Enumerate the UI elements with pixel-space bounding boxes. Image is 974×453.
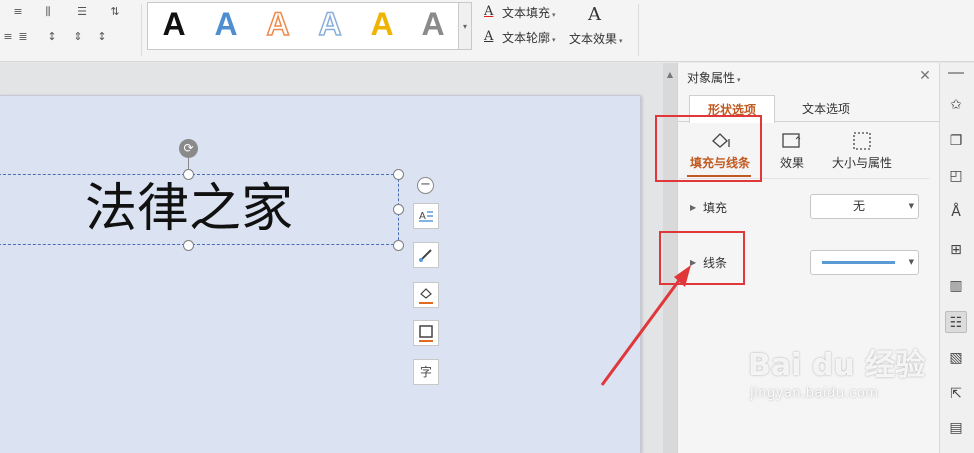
annotation-arrow xyxy=(600,265,691,386)
text-style-gallery xyxy=(147,2,459,50)
text-style-gray-gradient[interactable]: A xyxy=(415,6,451,42)
paragraph-align-icon[interactable]: ≡ xyxy=(0,30,16,44)
textbox-content[interactable]: 法律之家 xyxy=(0,174,378,245)
pin-icon[interactable]: ✩ xyxy=(945,94,967,116)
properties-settings-icon[interactable]: ☷ xyxy=(945,311,967,333)
image-icon[interactable]: ▧ xyxy=(945,347,967,369)
ribbon-separator xyxy=(638,4,639,56)
brush-icon xyxy=(419,249,432,262)
text-outline-label: 文本轮廓 xyxy=(502,31,551,45)
watermark-url: jingyan.baidu.com xyxy=(750,386,879,401)
shape-effects-icon[interactable]: ◰ xyxy=(945,165,967,187)
subtab-size-label: 大小与属性 xyxy=(831,156,892,170)
line-style-preview xyxy=(822,261,895,264)
fill-dropdown-value: 无 xyxy=(852,199,865,213)
line-dropdown[interactable]: ▼ xyxy=(810,250,919,275)
columns-icon[interactable]: ⫼ xyxy=(40,5,56,19)
resize-handle-bottom[interactable] xyxy=(183,240,194,251)
tab-text-options[interactable]: 文本选项 xyxy=(783,95,869,123)
panel-title[interactable]: 对象属性 ▾ xyxy=(687,71,741,87)
effect-icon xyxy=(782,133,801,148)
text-style-blue-outline[interactable]: A xyxy=(312,5,348,43)
text-style-orange-outline[interactable]: A xyxy=(260,5,296,43)
drag-handle-icon xyxy=(948,72,964,74)
chevron-down-icon: ▾ xyxy=(552,11,556,19)
chevron-down-icon: ▾ xyxy=(552,36,556,44)
subtab-size-properties[interactable]: 大小与属性 xyxy=(829,128,895,178)
resize-handle-bottom-right[interactable] xyxy=(393,240,404,251)
text-fill-label: 文本填充 xyxy=(502,6,551,20)
watermark-main: Bai du 经验 xyxy=(748,348,926,383)
resize-handle-top[interactable] xyxy=(183,169,194,180)
panel-title-text: 对象属性 xyxy=(687,71,736,85)
expand-arrow-icon[interactable]: ▶ xyxy=(690,202,696,214)
size-icon xyxy=(853,132,871,150)
archive-icon[interactable]: ▤ xyxy=(945,417,967,439)
text-effect-button[interactable]: 文本效果 ▾ xyxy=(569,32,623,48)
text-outline-icon: A xyxy=(484,29,494,44)
indent-increase-icon[interactable]: ≡ xyxy=(10,5,26,19)
shape-outline-button[interactable] xyxy=(413,320,439,346)
annotation-box-fill-line-tab xyxy=(655,115,762,182)
text-char-icon: 字 xyxy=(419,365,432,379)
subtab-effect-label: 效果 xyxy=(779,156,804,170)
close-icon[interactable]: ✕ xyxy=(918,69,932,83)
fill-dropdown[interactable]: 无 ▼ xyxy=(810,194,919,219)
text-style-blue[interactable]: A xyxy=(208,6,244,42)
text-effect-icon: A xyxy=(588,4,601,25)
collapse-toolbar-button[interactable]: − xyxy=(417,177,434,194)
baidu-watermark: Bai du 经验 jingyan.baidu.com xyxy=(748,348,928,408)
chevron-down-icon: ▾ xyxy=(619,37,623,45)
line-spacing-icon[interactable]: ↕ xyxy=(44,30,60,44)
outline-color-bar xyxy=(419,340,433,342)
para-spacing-icon[interactable]: ⇕ xyxy=(70,30,86,44)
chevron-down-icon: ▼ xyxy=(908,202,914,210)
slide-canvas[interactable] xyxy=(0,95,641,453)
fill-bucket-icon xyxy=(420,288,432,299)
text-art-icon[interactable]: Å xyxy=(945,201,967,223)
shape-style-button[interactable] xyxy=(413,242,439,268)
grid-layout-icon[interactable]: ⊞ xyxy=(945,239,967,261)
text-effect-label: 文本效果 xyxy=(569,32,618,46)
distribute-icon[interactable]: ≣ xyxy=(15,30,31,44)
shape-fill-button[interactable] xyxy=(413,282,439,308)
text-options-button[interactable]: 字 xyxy=(413,359,439,385)
style-gallery-more-button[interactable]: ▾ xyxy=(459,2,472,50)
text-outline-button[interactable]: 文本轮廓 ▾ xyxy=(502,31,556,47)
resize-handle-right[interactable] xyxy=(393,204,404,215)
text-direction-icon[interactable]: ⇅ xyxy=(107,5,123,19)
text-format-button[interactable]: A xyxy=(413,203,439,229)
ribbon-separator xyxy=(141,4,142,56)
scroll-up-icon[interactable]: ▲ xyxy=(665,70,675,80)
text-fill-icon: A xyxy=(484,4,494,19)
text-style-black[interactable]: A xyxy=(156,6,192,42)
fill-row-label[interactable]: 填充 xyxy=(703,201,727,215)
text-style-gold[interactable]: A xyxy=(364,6,400,42)
subtab-effect[interactable]: 效果 xyxy=(772,128,812,178)
resize-handle-top-right[interactable] xyxy=(393,169,404,180)
align-box-icon[interactable]: ☰ xyxy=(74,5,90,19)
text-fill-button[interactable]: 文本填充 ▾ xyxy=(502,6,556,22)
rotate-handle-icon[interactable]: ⟳ xyxy=(179,139,198,158)
chart-icon[interactable]: ▥ xyxy=(945,275,967,297)
fill-color-bar xyxy=(419,302,433,304)
chevron-down-icon: ▾ xyxy=(737,76,741,84)
text-align-icon: A xyxy=(419,211,433,222)
share-icon[interactable]: ⇱ xyxy=(945,383,967,405)
spacing-dropdown-icon[interactable]: ↕ xyxy=(94,30,110,44)
copy-shape-icon[interactable]: ❐ xyxy=(945,130,967,152)
outline-box-icon xyxy=(419,325,433,338)
chevron-down-icon: ▼ xyxy=(908,258,914,266)
